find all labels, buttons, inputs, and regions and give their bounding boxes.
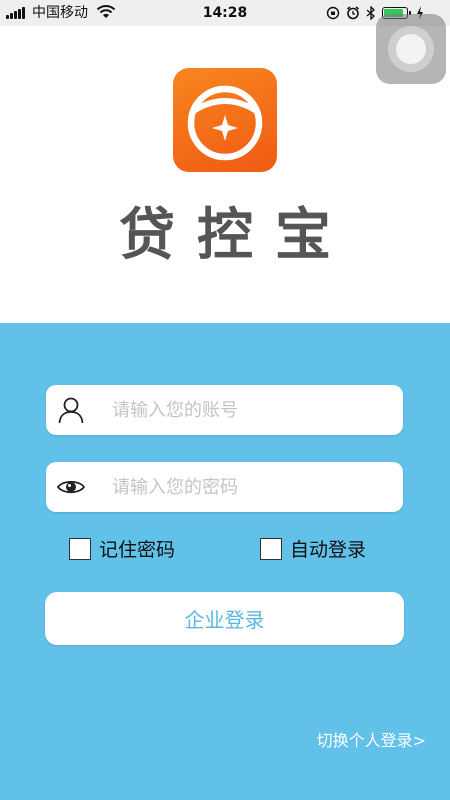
password-input[interactable] xyxy=(112,462,392,512)
auto-login-label: 自动登录 xyxy=(290,539,367,561)
user-icon xyxy=(58,397,84,424)
switch-personal-login-link[interactable]: 切换个人登录> xyxy=(317,730,426,752)
eye-icon[interactable] xyxy=(56,472,86,502)
enterprise-login-button[interactable]: 企业登录 xyxy=(45,592,404,645)
assistive-touch-button[interactable] xyxy=(376,14,446,84)
account-input[interactable] xyxy=(112,385,392,435)
remember-password-option[interactable]: 记住密码 xyxy=(69,537,189,563)
alarm-icon xyxy=(347,6,359,20)
password-field[interactable] xyxy=(46,462,403,512)
app-name: 贷控宝 xyxy=(119,203,353,268)
account-field[interactable] xyxy=(46,385,403,435)
auto-login-checkbox[interactable] xyxy=(260,538,282,560)
rotation-lock-icon xyxy=(326,6,340,20)
app-logo xyxy=(173,68,277,172)
remember-password-checkbox[interactable] xyxy=(69,538,91,560)
remember-password-label: 记住密码 xyxy=(99,539,176,561)
bluetooth-icon xyxy=(366,6,375,20)
auto-login-option[interactable]: 自动登录 xyxy=(260,537,380,563)
